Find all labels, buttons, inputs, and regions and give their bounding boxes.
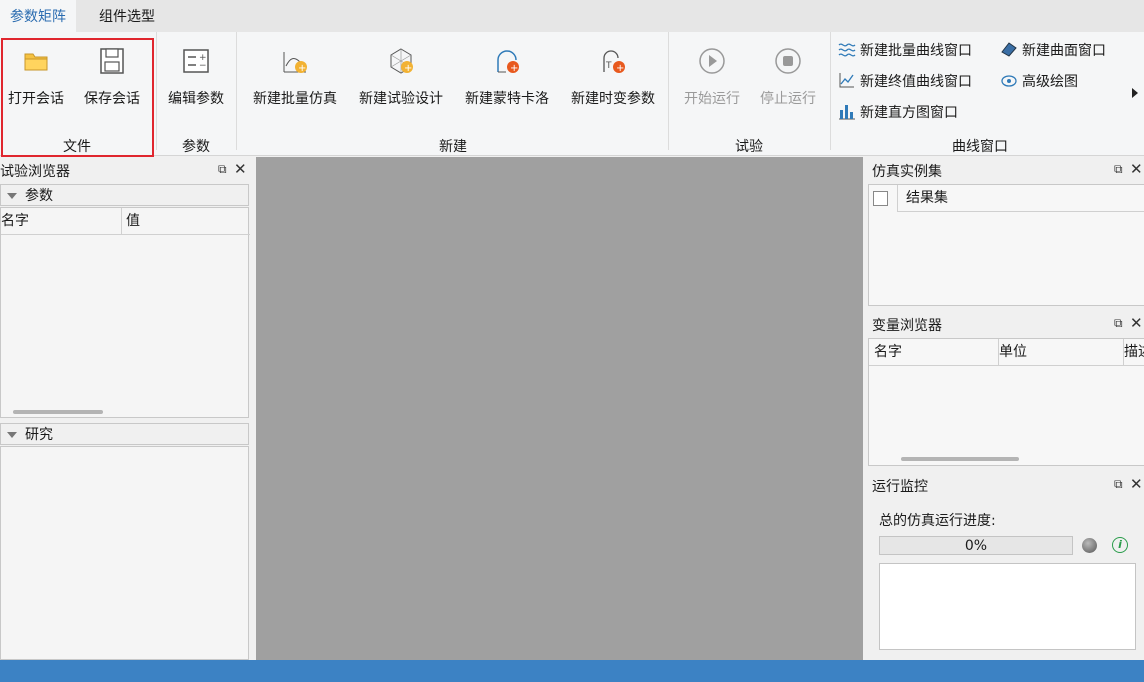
new-time-varying-button[interactable]: T + 新建时变参数 (564, 32, 662, 120)
new-final-curve-button[interactable]: 新建终值曲线窗口 (838, 69, 972, 95)
status-indicator-icon (1082, 538, 1097, 553)
sim-instances-title: 仿真实例集 (872, 164, 942, 180)
ribbon-scroll-right-icon[interactable] (1132, 88, 1138, 98)
stop-icon (775, 48, 801, 74)
batch-curve-icon (838, 43, 856, 57)
new-histogram-label: 新建直方图窗口 (860, 105, 958, 121)
run-log-area[interactable] (879, 563, 1136, 650)
new-test-design-button[interactable]: + 新建试验设计 (352, 32, 450, 120)
run-monitor-title: 运行监控 (872, 479, 928, 495)
monte-carlo-icon: + (497, 50, 519, 74)
edit-params-button[interactable]: + − 编辑参数 (160, 32, 232, 120)
close-panel-icon[interactable]: ✕ (1130, 160, 1143, 178)
group-divider (236, 32, 237, 150)
new-final-curve-label: 新建终值曲线窗口 (860, 74, 972, 90)
params-section-header[interactable]: 参数 (0, 184, 249, 206)
file-group-highlight (1, 38, 154, 157)
advanced-plot-button[interactable]: 高级绘图 (1000, 69, 1078, 95)
new-time-varying-label: 新建时变参数 (571, 91, 655, 107)
svg-text:+: + (298, 63, 306, 74)
surface-icon (1001, 42, 1017, 57)
sim-instances-table: 结果集 (868, 184, 1144, 306)
group-label-new: 新建 (439, 139, 467, 155)
group-label-params: 参数 (182, 139, 210, 155)
start-run-button[interactable]: 开始运行 (676, 32, 748, 120)
new-batch-curve-button[interactable]: 新建批量曲线窗口 (838, 38, 972, 64)
horizontal-scrollbar[interactable] (13, 410, 103, 414)
status-bar (0, 660, 1144, 682)
close-panel-icon[interactable]: ✕ (1130, 314, 1143, 332)
progress-bar: 0% (879, 536, 1073, 555)
result-set-column[interactable]: 结果集 (897, 185, 1144, 212)
final-curve-icon (839, 73, 854, 88)
group-divider (830, 32, 831, 150)
close-panel-icon[interactable]: ✕ (234, 160, 247, 178)
collapse-triangle-icon (7, 432, 17, 438)
float-panel-icon[interactable]: ⧉ (1114, 477, 1123, 492)
advanced-plot-label: 高级绘图 (1022, 74, 1078, 90)
batch-sim-icon: + (283, 52, 307, 74)
progress-percent: 0% (964, 538, 988, 554)
svg-text:T: T (605, 61, 612, 71)
float-panel-icon[interactable]: ⧉ (1114, 316, 1123, 331)
edit-params-label: 编辑参数 (168, 91, 224, 107)
svg-text:+: + (616, 63, 624, 74)
group-divider (156, 32, 157, 150)
new-surface-label: 新建曲面窗口 (1022, 43, 1106, 59)
study-tree (0, 446, 249, 660)
new-batch-curve-label: 新建批量曲线窗口 (860, 43, 972, 59)
group-divider (668, 32, 669, 150)
variable-browser-title: 变量浏览器 (872, 318, 942, 334)
experiment-browser-title: 试验浏览器 (0, 164, 70, 180)
new-batch-sim-label: 新建批量仿真 (253, 91, 337, 107)
select-all-checkbox[interactable] (873, 191, 888, 206)
params-section-label: 参数 (25, 188, 53, 204)
variable-table: 名字 单位 描述 (868, 338, 1144, 466)
start-run-label: 开始运行 (684, 91, 740, 107)
time-varying-icon: T + (603, 50, 625, 74)
histogram-icon (839, 105, 855, 120)
params-column-value[interactable]: 值 (122, 208, 250, 235)
group-label-curve: 曲线窗口 (952, 139, 1008, 155)
new-test-design-label: 新建试验设计 (359, 91, 443, 107)
new-monte-carlo-button[interactable]: + 新建蒙特卡洛 (458, 32, 556, 120)
play-icon (699, 48, 725, 74)
collapse-triangle-icon (7, 193, 17, 199)
group-label-experiment: 试验 (735, 139, 763, 155)
new-batch-sim-button[interactable]: + 新建批量仿真 (246, 32, 344, 120)
svg-text:−: − (199, 61, 207, 71)
float-panel-icon[interactable]: ⧉ (218, 162, 227, 177)
info-icon[interactable]: i (1112, 537, 1128, 553)
svg-text:+: + (404, 63, 412, 74)
workspace-area[interactable] (256, 157, 863, 660)
new-monte-carlo-label: 新建蒙特卡洛 (465, 91, 549, 107)
params-table: 名字 值 (0, 207, 250, 418)
stop-run-label: 停止运行 (760, 91, 816, 107)
test-design-icon: + (390, 48, 413, 74)
progress-label: 总的仿真运行进度: (879, 513, 996, 529)
variable-column-description[interactable]: 描述 (1119, 339, 1144, 366)
edit-params-icon: + − (183, 49, 209, 73)
float-panel-icon[interactable]: ⧉ (1114, 162, 1123, 177)
variable-column-unit[interactable]: 单位 (994, 339, 1124, 366)
variable-column-name[interactable]: 名字 (869, 339, 999, 366)
tab-component-selection[interactable]: 组件选型 (89, 0, 165, 32)
new-surface-button[interactable]: 新建曲面窗口 (1000, 38, 1106, 64)
advanced-plot-icon (1001, 75, 1017, 87)
stop-run-button[interactable]: 停止运行 (752, 32, 824, 120)
tab-parameter-matrix[interactable]: 参数矩阵 (0, 0, 76, 32)
ribbon: 打开会话 保存会话 文件 + − 编辑参数 参数 + 新建批量仿真 + 新建试验… (0, 32, 1144, 157)
params-column-name[interactable]: 名字 (1, 208, 122, 235)
svg-text:+: + (510, 63, 518, 74)
ribbon-tab-bar: 参数矩阵 组件选型 (0, 0, 1144, 32)
study-section-label: 研究 (25, 427, 53, 443)
study-section-header[interactable]: 研究 (0, 423, 249, 445)
horizontal-scrollbar[interactable] (901, 457, 1019, 461)
new-histogram-button[interactable]: 新建直方图窗口 (838, 100, 958, 126)
close-panel-icon[interactable]: ✕ (1130, 475, 1143, 493)
